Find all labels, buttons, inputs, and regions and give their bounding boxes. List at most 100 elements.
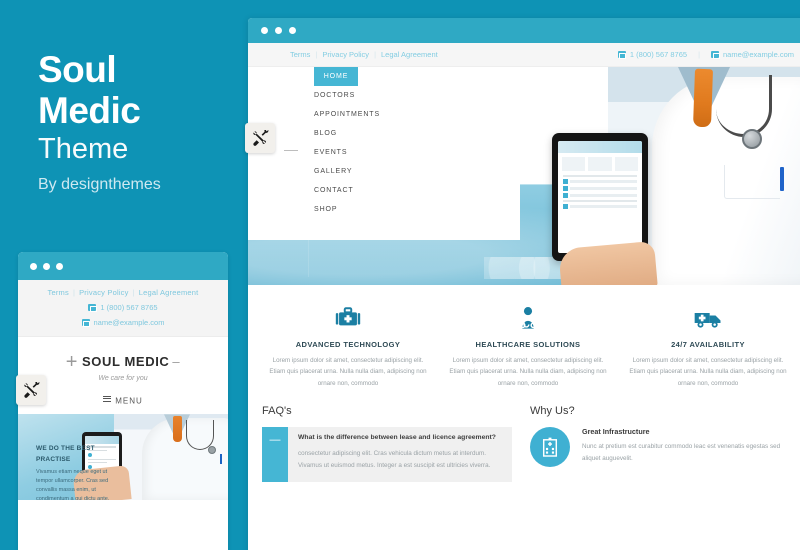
mobile-link-legal[interactable]: Legal Agreement [139, 288, 199, 297]
stethoscope-bell [742, 129, 762, 149]
tablet-accordion-row [563, 179, 637, 184]
brand-author: By designthemes [38, 176, 161, 193]
faq-question[interactable]: What is the difference between lease and… [298, 434, 502, 441]
tablet-accordion-row [563, 193, 637, 198]
doctor-tie [692, 68, 714, 128]
mail-icon [81, 319, 90, 327]
window-dot[interactable] [261, 27, 268, 34]
tablet-accordion-row [563, 204, 637, 209]
nav-item-blog[interactable]: BLOG [248, 124, 520, 143]
topbar-phone: 1 (800) 567 8765 [629, 50, 688, 59]
doctor-stethoscope-icon [448, 303, 608, 333]
tablet-line [563, 200, 637, 202]
stethoscope-tube [716, 75, 772, 137]
mobile-preview-window: Terms | Privacy Policy | Legal Agreement 1 (… [18, 252, 228, 550]
tablet-header [558, 141, 642, 153]
mobile-logo-text: SOUL MEDIC [82, 354, 170, 369]
site-topbar: Terms | Privacy Policy | Legal Agreement 1 (… [248, 43, 800, 67]
doctor-coat [142, 418, 228, 501]
why-us-item-title: Great Infrastructure [582, 427, 650, 437]
topbar-contact: 1 (800) 567 8765 | name@example.com [617, 50, 794, 59]
mobile-topbar: Terms | Privacy Policy | Legal Agreement 1 (… [18, 280, 228, 337]
window-dot[interactable] [275, 27, 282, 34]
bottom-section: FAQ's — What is the difference between l… [248, 395, 800, 483]
faq-column: FAQ's — What is the difference between l… [262, 405, 512, 483]
menu-dash-marker [284, 150, 298, 151]
tablet-accordion-row [563, 186, 637, 191]
mobile-hero-copy: WE DO THE BEST PRACTISE Vivamus etiam ne… [36, 444, 110, 500]
pocket-pen [220, 454, 222, 465]
window-dot[interactable] [289, 27, 296, 34]
feature-text: Lorem ipsum dolor sit amet, consectetur … [629, 357, 787, 387]
doctor-tie [173, 416, 182, 443]
link-legal-agreement[interactable]: Legal Agreement [381, 50, 438, 59]
tools-icon-badge-main[interactable] [245, 123, 275, 153]
feature-title: ADVANCED TECHNOLOGY [295, 340, 401, 349]
divider: | [374, 50, 377, 59]
mobile-menu-label: MENU [115, 396, 143, 406]
topbar-email-item[interactable]: name@example.com [711, 50, 794, 59]
mobile-email-row: name@example.com [18, 318, 228, 327]
divider: | [72, 288, 76, 297]
feature-title: 24/7 AVAILABILITY [671, 340, 745, 349]
mobile-phone-row: 1 (800) 567 8765 [18, 303, 228, 312]
mobile-tagline: We care for you [98, 375, 148, 382]
faq-title: FAQ's [262, 405, 292, 418]
tablet-banner [85, 436, 119, 445]
hero-section: nulla. [248, 67, 800, 285]
nav-item-doctors[interactable]: DOCTORS [248, 86, 520, 105]
main-navigation-dropdown: HOME DOCTORS APPOINTMENTS BLOG EVENTS GA… [248, 67, 520, 240]
link-terms[interactable]: Terms [290, 50, 310, 59]
window-dot[interactable] [43, 262, 50, 270]
features-section: ADVANCED TECHNOLOGY Lorem ipsum dolor si… [248, 285, 800, 396]
mobile-hero-heading: WE DO THE BEST PRACTISE [36, 445, 95, 463]
nav-item-home[interactable]: HOME [314, 67, 358, 86]
why-us-item-text: Nunc at pretium est curabitur commodo le… [582, 443, 781, 463]
faq-toggle-button[interactable]: — [262, 427, 288, 483]
nav-item-appointments[interactable]: APPOINTMENTS [248, 105, 520, 124]
mobile-window-chrome [18, 252, 228, 280]
mobile-legal-links: Terms | Privacy Policy | Legal Agreement [18, 288, 228, 297]
coat-pocket [724, 165, 780, 199]
brand-panel: Soul Medic Theme By designthemes Terms | P… [0, 0, 248, 550]
tablet-columns [558, 153, 642, 173]
mobile-link-terms[interactable]: Terms [48, 288, 69, 297]
feature-text: Lorem ipsum dolor sit amet, consectetur … [449, 357, 607, 387]
medical-kit-icon [268, 303, 428, 333]
ambulance-icon [628, 303, 788, 333]
brand-title: Soul Medic [38, 49, 238, 131]
faq-answer: consectetur adipiscing elit. Cras vehicu… [298, 450, 491, 470]
faq-content: What is the difference between lease and… [288, 427, 512, 482]
nav-item-gallery[interactable]: GALLERY [248, 162, 520, 181]
mobile-menu-button[interactable]: MENU [18, 388, 228, 414]
window-dot[interactable] [56, 262, 63, 270]
mobile-email[interactable]: name@example.com [94, 318, 165, 327]
phone-icon [88, 304, 97, 312]
link-privacy-policy[interactable]: Privacy Policy [322, 50, 369, 59]
mobile-phone[interactable]: 1 (800) 567 8765 [100, 303, 157, 312]
hamburger-icon [103, 394, 112, 403]
nav-item-events[interactable]: EVENTS [248, 143, 520, 162]
window-dot[interactable] [30, 262, 37, 270]
tablet-screen [558, 141, 642, 253]
feature-availability: 24/7 AVAILABILITY Lorem ipsum dolor sit … [618, 303, 798, 389]
mobile-logo-area: + SOUL MEDIC – We care for you [18, 337, 228, 388]
tablet-line [563, 175, 637, 177]
pocket-pen [780, 167, 784, 191]
mail-icon [711, 51, 720, 59]
tools-icon [252, 129, 268, 146]
topbar-phone-item[interactable]: 1 (800) 567 8765 [617, 50, 688, 59]
feature-healthcare-solutions: HEALTHCARE SOLUTIONS Lorem ipsum dolor s… [438, 303, 618, 389]
tools-icon [23, 381, 39, 398]
nav-item-contact[interactable]: CONTACT [248, 181, 520, 200]
browser-window-chrome [248, 18, 800, 43]
mobile-link-privacy[interactable]: Privacy Policy [79, 288, 128, 297]
tools-icon-badge-left[interactable] [16, 375, 46, 405]
divider: | [315, 50, 318, 59]
brand-subtitle: Theme [38, 133, 129, 165]
divider: | [132, 288, 135, 297]
nav-item-shop[interactable]: SHOP [248, 200, 520, 219]
mobile-logo[interactable]: + SOUL MEDIC – [66, 351, 181, 374]
mobile-body-placeholder [18, 500, 228, 550]
faq-accordion-item: — What is the difference between lease a… [262, 427, 512, 483]
